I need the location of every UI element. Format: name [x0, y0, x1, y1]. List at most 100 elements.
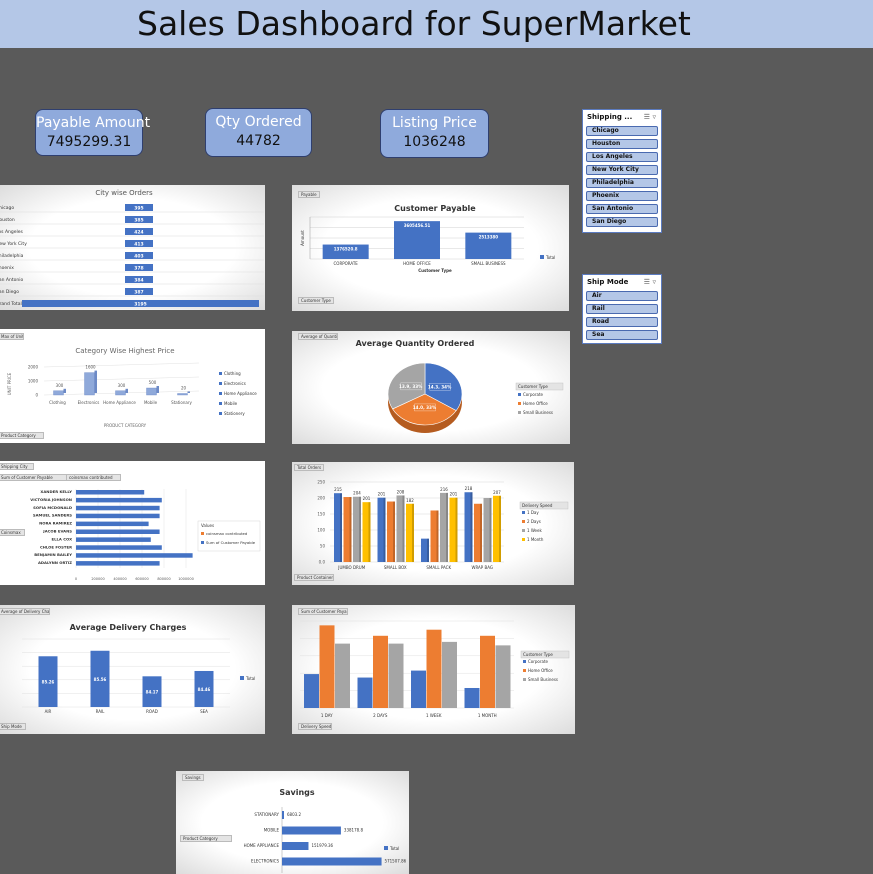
- slicer-item[interactable]: Air: [586, 291, 658, 301]
- bar-value-label: 571507.86: [385, 859, 407, 864]
- filter-button-customer-type[interactable]: Customer Type: [298, 297, 334, 304]
- slicer-item[interactable]: Road: [586, 317, 658, 327]
- y-tick-label: NORA RAMIREZ: [39, 521, 72, 526]
- bar-value-label: 2513380: [479, 235, 499, 240]
- bar-shade: [480, 503, 482, 562]
- filter-button-ship-mode[interactable]: Ship Mode: [0, 723, 26, 730]
- legend-swatch: [518, 411, 521, 414]
- y-tick-label: ADALYNN ORTIZ: [38, 560, 72, 565]
- filter-button-product-category[interactable]: Product Category: [0, 432, 44, 439]
- gridline: [43, 376, 200, 382]
- x-tick-label: 600000: [135, 577, 148, 581]
- filter-button-payable[interactable]: Payable: [298, 191, 320, 198]
- bar: [373, 635, 388, 708]
- filter-button-total-orders[interactable]: Total Orders: [294, 464, 324, 471]
- legend-label: Electronics: [224, 381, 246, 386]
- bar-value-label: 84.46: [198, 687, 211, 692]
- filter-button-avg-delivery[interactable]: Average of Delivery Charges: [0, 608, 50, 615]
- y-axis-label: Amount: [300, 230, 305, 246]
- chart-title: Customer Payable: [394, 204, 476, 213]
- bar-value-label: 216: [440, 487, 448, 492]
- filter-button-sum-payable[interactable]: Sum of Customer Payable: [0, 474, 68, 481]
- legend-swatch: [522, 538, 525, 541]
- bar-shade: [427, 538, 429, 562]
- chart-svg: Customer Payable Amount 1376520.8 CORPORATE…: [300, 204, 555, 273]
- x-tick-label: Clothing: [49, 400, 66, 405]
- filter-button-shipping-city[interactable]: Shipping City: [0, 463, 34, 470]
- bar-shade: [470, 492, 473, 562]
- bar-side: [125, 388, 128, 393]
- kpi-label: Listing Price: [392, 115, 477, 131]
- y-tick-label: MOBILE: [264, 828, 280, 833]
- filter-button-unit-price[interactable]: Max of Unit Price: [0, 333, 24, 340]
- y-tick-label: 0.0: [319, 560, 326, 565]
- bar: [115, 390, 126, 396]
- filter-button-product-category[interactable]: Product Category: [180, 835, 232, 842]
- slicer-ship-mode[interactable]: Ship Mode ☰ ▿ Air Rail Road Sea: [582, 274, 662, 344]
- y-tick-label: 150: [317, 512, 325, 517]
- kpi-label: Qty Ordered: [215, 114, 302, 130]
- row-label: Grand Total: [0, 301, 22, 307]
- bar-value-label: 84.17: [146, 690, 159, 695]
- x-tick-label: 1 WEEK: [426, 713, 442, 718]
- bar-value-label: 201: [378, 492, 386, 497]
- filter-button-coinsmax[interactable]: coinsmax contributed: [66, 474, 121, 481]
- row-value: 387: [134, 290, 143, 296]
- row-label: New York City: [0, 241, 27, 247]
- y-tick-label: SAMUEL SANDERS: [33, 513, 72, 518]
- row-value: 385: [134, 218, 143, 224]
- row-value: 413: [134, 242, 143, 248]
- filter-button-side[interactable]: Coinsmax: [0, 529, 25, 536]
- bar-value-label: 20: [181, 386, 187, 391]
- legend-swatch: [522, 520, 525, 523]
- multi-select-icon[interactable]: ☰ ▿: [644, 112, 656, 123]
- bar: [282, 857, 382, 866]
- legend-label: 1 Week: [527, 528, 542, 533]
- y-tick-label: VICTORIA JOHNSON: [30, 497, 72, 502]
- bar-value-label: 201: [450, 492, 458, 497]
- x-tick-label: ROAD: [146, 709, 158, 714]
- filter-button-delivery-speed[interactable]: Delivery Speed: [298, 723, 332, 730]
- bar-shade: [446, 492, 448, 562]
- legend-swatch: [219, 382, 222, 385]
- chart-svg: Average Quantity Ordered 14.3, 34% 14.0, 3…: [356, 339, 564, 433]
- y-tick-label: 50: [320, 544, 326, 549]
- title-bar: Sales Dashboard for SuperMarket: [0, 0, 873, 48]
- bar: [76, 529, 160, 534]
- filter-button-avg-quantity[interactable]: Average of Quantity: [298, 333, 338, 340]
- y-tick-label: 250: [317, 480, 325, 485]
- slicer-shipping-city[interactable]: Shipping ... ☰ ▿ Chicago Houston Los Ange…: [582, 109, 662, 233]
- filter-button-sum-payable[interactable]: Sum of Customer Payable: [298, 608, 348, 615]
- bar: [335, 643, 350, 708]
- legend-label: Small Business: [523, 410, 553, 415]
- bar: [495, 645, 511, 708]
- chart-svg: Savings STATIONARY 6803.2 MOBILE 338178.8 HOM…: [244, 788, 407, 873]
- multi-select-icon[interactable]: ☰ ▿: [644, 277, 656, 288]
- slicer-item[interactable]: New York City: [586, 165, 658, 175]
- slicer-item[interactable]: Houston: [586, 139, 658, 149]
- bar: [282, 842, 309, 850]
- y-tick-label: HOME APPLIANCE: [244, 843, 280, 848]
- legend-label: 1 Day: [527, 510, 539, 515]
- row-label: Houston: [0, 217, 15, 223]
- slicer-item[interactable]: San Diego: [586, 217, 658, 227]
- x-tick-label: 1000000: [178, 577, 194, 581]
- slicer-item[interactable]: Los Angeles: [586, 152, 658, 162]
- bar-side: [187, 391, 190, 393]
- slicer-item[interactable]: Phoenix: [586, 191, 658, 201]
- slicer-item[interactable]: San Antonio: [586, 204, 658, 214]
- bar: [282, 811, 284, 819]
- filter-button-savings[interactable]: Savings: [182, 774, 204, 781]
- filter-button-product-container[interactable]: Product Container: [294, 574, 334, 581]
- bar: [411, 670, 426, 708]
- bar: [442, 641, 457, 708]
- x-tick-label: 0: [75, 577, 77, 581]
- bar-shade: [436, 510, 439, 562]
- slicer-item[interactable]: Rail: [586, 304, 658, 314]
- chart-title: Average Delivery Charges: [70, 623, 187, 632]
- legend-label: coinsmax contributed: [206, 531, 248, 536]
- slicer-item[interactable]: Chicago: [586, 126, 658, 136]
- x-axis-label: PRODUCT CATEGORY: [104, 423, 147, 428]
- slicer-item[interactable]: Sea: [586, 330, 658, 340]
- slicer-item[interactable]: Philadelphia: [586, 178, 658, 188]
